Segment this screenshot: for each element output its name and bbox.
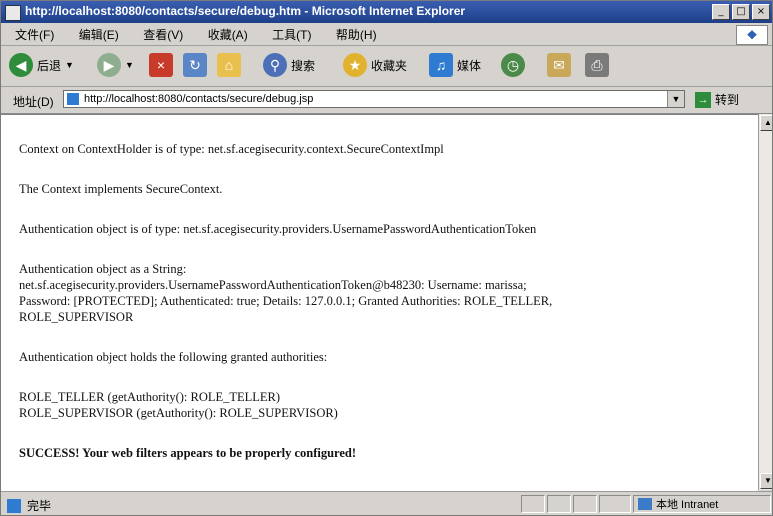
- window-controls: _ □ ×: [712, 4, 770, 20]
- minimize-button[interactable]: _: [712, 4, 730, 20]
- page-icon: [67, 93, 79, 105]
- status-page-icon: [7, 498, 21, 513]
- status-panel: [599, 495, 631, 513]
- mail-button[interactable]: ✉: [547, 50, 571, 80]
- search-label: 搜索: [291, 58, 316, 73]
- title-bar: http://localhost:8080/contacts/secure/de…: [1, 1, 772, 23]
- status-panel: [573, 495, 597, 513]
- scroll-up-icon[interactable]: ▲: [760, 115, 772, 131]
- back-label: 后退: [37, 58, 62, 73]
- success-message: SUCCESS! Your web filters appears to be …: [19, 446, 357, 460]
- media-button[interactable]: ♫ 媒体: [429, 50, 481, 80]
- forward-arrow-icon: ▶: [97, 53, 121, 77]
- history-button[interactable]: ◷: [501, 50, 525, 80]
- page-content: Context on ContextHolder is of type: net…: [1, 114, 758, 491]
- favorites-label: 收藏夹: [371, 58, 408, 73]
- favorites-star-icon: ★: [343, 53, 367, 77]
- history-icon: ◷: [501, 53, 525, 77]
- media-label: 媒体: [457, 58, 482, 73]
- menu-tools[interactable]: 工具(T): [266, 26, 317, 43]
- search-button[interactable]: ⚲ 搜索: [263, 50, 315, 80]
- printer-icon: ⎙: [585, 53, 609, 77]
- back-arrow-icon: ◀: [9, 53, 33, 77]
- maximize-button[interactable]: □: [732, 4, 750, 20]
- content-line: ROLE_SUPERVISOR (getAuthority(): ROLE_SU…: [19, 406, 338, 420]
- search-icon: ⚲: [263, 53, 287, 77]
- content-line: net.sf.acegisecurity.providers.UsernameP…: [19, 278, 527, 292]
- address-dropdown-icon[interactable]: ▼: [667, 91, 684, 107]
- mail-icon: ✉: [547, 53, 571, 77]
- zone-text: 本地 Intranet: [656, 499, 719, 511]
- content-line: ROLE_SUPERVISOR: [19, 310, 134, 324]
- security-zone: 本地 Intranet: [633, 495, 771, 513]
- address-label: 地址(D): [13, 95, 54, 109]
- menu-view[interactable]: 查看(V): [137, 26, 189, 43]
- content-line: Authentication object holds the followin…: [19, 350, 328, 364]
- forward-dropdown-icon[interactable]: ▼: [125, 60, 134, 70]
- vertical-scrollbar[interactable]: ▲ ▼: [758, 114, 772, 490]
- status-panel: [547, 495, 571, 513]
- status-done: 完毕: [7, 497, 51, 514]
- menu-file[interactable]: 文件(F): [9, 26, 60, 43]
- menu-favorites[interactable]: 收藏(A): [202, 26, 254, 43]
- status-panel: [521, 495, 545, 513]
- scroll-down-icon[interactable]: ▼: [760, 473, 772, 489]
- media-icon: ♫: [429, 53, 453, 77]
- refresh-icon: ↻: [183, 53, 207, 77]
- stop-button[interactable]: ×: [149, 50, 173, 80]
- browser-window: http://localhost:8080/contacts/secure/de…: [0, 0, 773, 516]
- windows-logo-icon: ❖: [736, 25, 768, 45]
- close-button[interactable]: ×: [752, 4, 770, 20]
- address-bar: 地址(D) http://localhost:8080/contacts/sec…: [1, 87, 772, 114]
- status-text: 完毕: [27, 499, 52, 513]
- favorites-button[interactable]: ★ 收藏夹: [343, 50, 407, 80]
- content-line: Context on ContextHolder is of type: net…: [19, 142, 444, 156]
- back-dropdown-icon[interactable]: ▼: [65, 60, 74, 70]
- status-bar: 完毕 本地 Intranet: [1, 491, 772, 515]
- menu-edit[interactable]: 编辑(E): [73, 26, 125, 43]
- address-input[interactable]: http://localhost:8080/contacts/secure/de…: [63, 90, 685, 108]
- home-button[interactable]: ⌂: [217, 50, 241, 80]
- print-button[interactable]: ⎙: [585, 50, 609, 80]
- toolbar: ◀ 后退 ▼ ▶ ▼ × ↻ ⌂ ⚲ 搜索 ★ 收藏夹 ♫ 媒体 ◷ ✉ ⎙: [1, 46, 772, 87]
- go-arrow-icon: →: [695, 91, 711, 108]
- content-line: Authentication object as a String:: [19, 262, 187, 276]
- intranet-icon: [638, 498, 652, 510]
- content-line: Password: [PROTECTED]; Authenticated: tr…: [19, 294, 553, 308]
- stop-icon: ×: [149, 53, 173, 77]
- refresh-button[interactable]: ↻: [183, 50, 207, 80]
- back-button[interactable]: ◀ 后退 ▼: [9, 50, 74, 80]
- content-line: The Context implements SecureContext.: [19, 182, 223, 196]
- forward-button[interactable]: ▶ ▼: [97, 50, 134, 80]
- address-url[interactable]: http://localhost:8080/contacts/secure/de…: [84, 93, 313, 105]
- window-title: http://localhost:8080/contacts/secure/de…: [25, 4, 466, 18]
- home-icon: ⌂: [217, 53, 241, 77]
- content-line: Authentication object is of type: net.sf…: [19, 222, 537, 236]
- content-line: ROLE_TELLER (getAuthority(): ROLE_TELLER…: [19, 390, 281, 404]
- ie-app-icon: [5, 5, 21, 21]
- go-label: 转到: [715, 93, 740, 107]
- menu-help[interactable]: 帮助(H): [330, 26, 383, 43]
- go-button[interactable]: → 转到: [695, 91, 739, 108]
- menu-bar: 文件(F) 编辑(E) 查看(V) 收藏(A) 工具(T) 帮助(H): [1, 23, 772, 46]
